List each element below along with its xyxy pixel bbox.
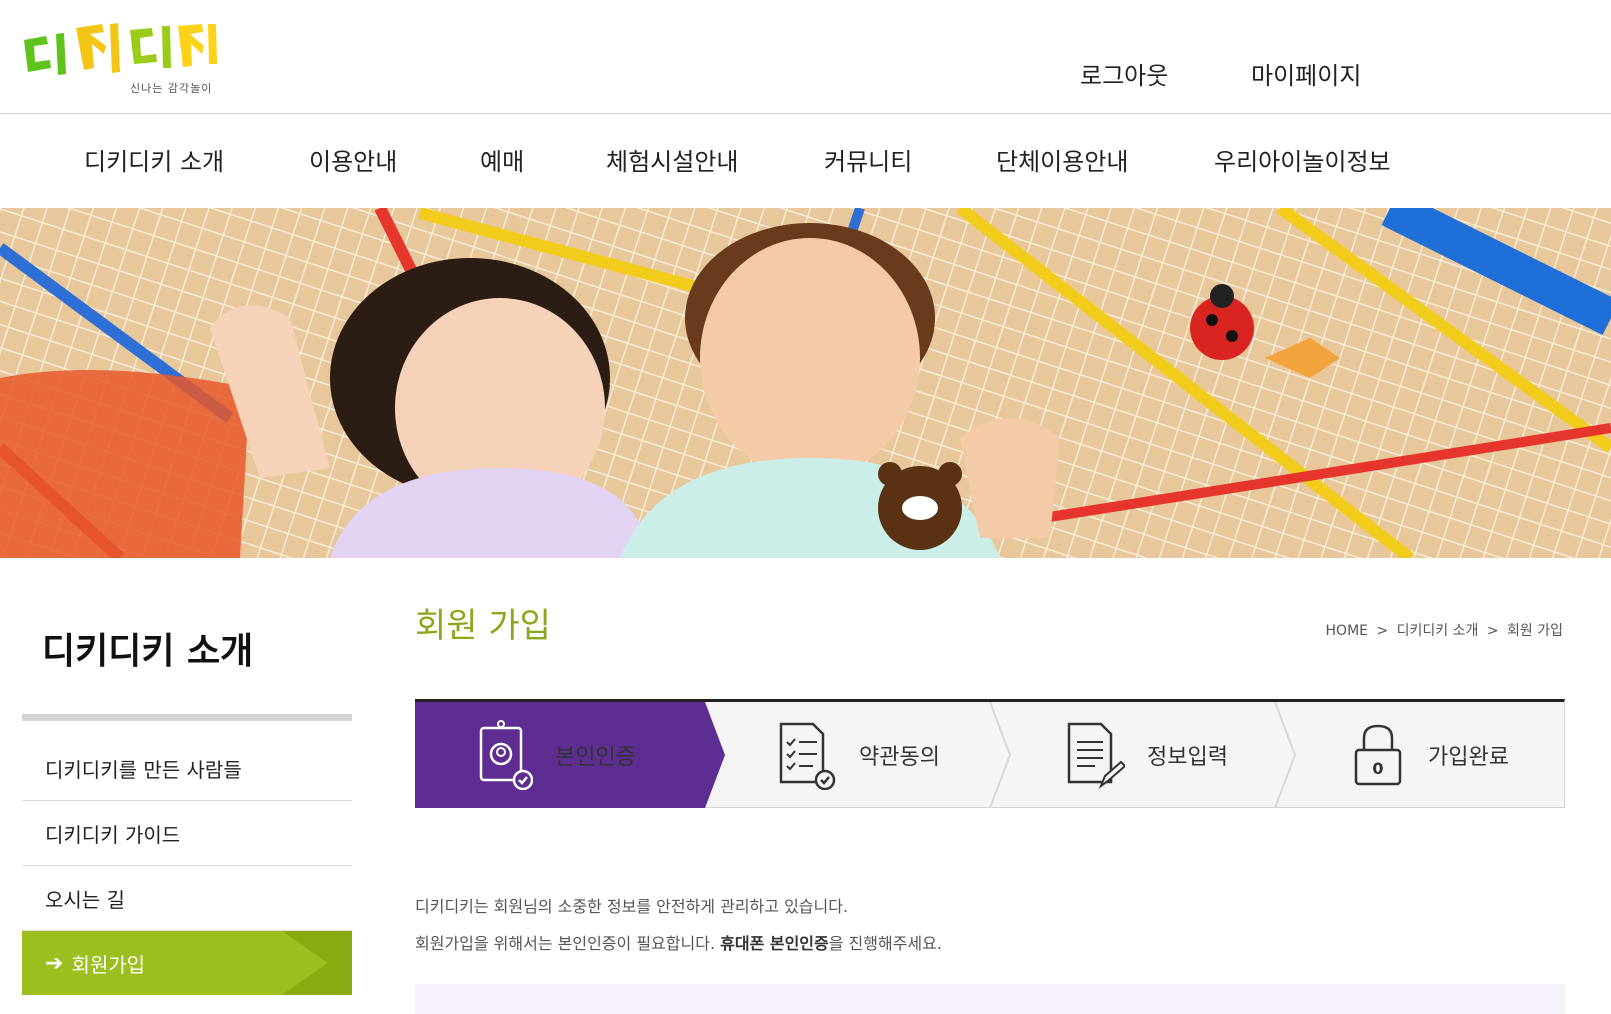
site-logo[interactable]: 신나는 감각놀이 — [20, 18, 225, 100]
arrow-right-icon: ➔ — [45, 950, 64, 976]
hero-banner — [0, 208, 1611, 558]
page-title: 회원 가입 — [415, 606, 551, 646]
step-info: 정보입력 — [1065, 702, 1228, 808]
breadcrumb-home[interactable]: HOME — [1326, 623, 1368, 639]
mypage-link[interactable]: 마이페이지 — [1251, 56, 1361, 91]
breadcrumb-section[interactable]: 디키디키 소개 — [1397, 623, 1479, 639]
info-text-pre: 회원가입을 위해서는 본인인증이 필요합니다. — [415, 934, 721, 953]
step-label: 정보입력 — [1147, 745, 1228, 770]
nav-item-group[interactable]: 단체이용안내 — [996, 142, 1128, 177]
checklist-document-icon — [779, 722, 836, 790]
id-badge-check-icon — [479, 720, 533, 790]
top-header: 신나는 감각놀이 로그아웃 마이페이지 — [0, 0, 1611, 114]
info-text-verification: 회원가입을 위해서는 본인인증이 필요합니다. 휴대폰 본인인증을 진행해주세요… — [415, 930, 942, 954]
breadcrumb-separator: > — [1486, 623, 1499, 639]
step-identity: 본인인증 — [477, 702, 636, 808]
step-complete: 0 가입완료 — [1350, 702, 1509, 808]
info-text-security: 디키디키는 회원님의 소중한 정보를 안전하게 관리하고 있습니다. — [415, 897, 849, 916]
active-indicator — [282, 931, 352, 995]
lock-text: 0 — [1372, 759, 1383, 778]
sidebar-item-label: 디키디키를 만든 사람들 — [45, 757, 242, 782]
nav-item-community[interactable]: 커뮤니티 — [824, 142, 912, 177]
hero-image — [0, 208, 1611, 558]
nav-item-play-info[interactable]: 우리아이놀이정보 — [1214, 142, 1391, 177]
step-label: 약관동의 — [859, 745, 940, 770]
sidebar-item-guide[interactable]: 디키디키 가이드 — [22, 801, 352, 866]
main-navigation: 디키디키 소개 이용안내 예매 체험시설안내 커뮤니티 단체이용안내 우리아이놀… — [0, 114, 1611, 208]
verification-box — [415, 984, 1565, 1014]
nav-item-guide[interactable]: 이용안내 — [309, 142, 397, 177]
sidebar-item-label: 오시는 길 — [45, 887, 125, 912]
info-text-post: 을 진행해주세요. — [828, 934, 942, 953]
nav-item-intro[interactable]: 디키디키 소개 — [84, 142, 224, 177]
logo-tagline: 신나는 감각놀이 — [130, 82, 213, 95]
breadcrumb-current: 회원 가입 — [1507, 623, 1563, 639]
sidebar-item-signup[interactable]: ➔ 회원가입 — [22, 931, 352, 995]
nav-item-facilities[interactable]: 체험시설안내 — [606, 142, 738, 177]
sidebar-divider — [22, 714, 352, 721]
sidebar-item-label: 회원가입 — [71, 952, 146, 977]
logout-link[interactable]: 로그아웃 — [1080, 56, 1168, 91]
sidebar-title: 디키디키 소개 — [42, 631, 254, 672]
breadcrumb-separator: > — [1376, 623, 1389, 639]
signup-steps: 본인인증 약관동의 정보입력 0 가입완료 — [415, 699, 1565, 808]
info-text-bold: 휴대폰 본인인증 — [720, 934, 829, 953]
sidebar-item-makers[interactable]: 디키디키를 만든 사람들 — [22, 736, 352, 801]
breadcrumb: HOME > 디키디키 소개 > 회원 가입 — [1324, 620, 1565, 640]
step-label: 가입완료 — [1428, 745, 1509, 770]
step-label: 본인인증 — [555, 745, 636, 770]
lock-icon: 0 — [1354, 724, 1402, 786]
sidebar-item-directions[interactable]: 오시는 길 — [22, 866, 352, 931]
step-terms: 약관동의 — [777, 702, 940, 808]
nav-item-reservation[interactable]: 예매 — [480, 142, 524, 177]
document-pen-icon — [1067, 722, 1125, 789]
sidebar-item-label: 디키디키 가이드 — [45, 822, 181, 847]
